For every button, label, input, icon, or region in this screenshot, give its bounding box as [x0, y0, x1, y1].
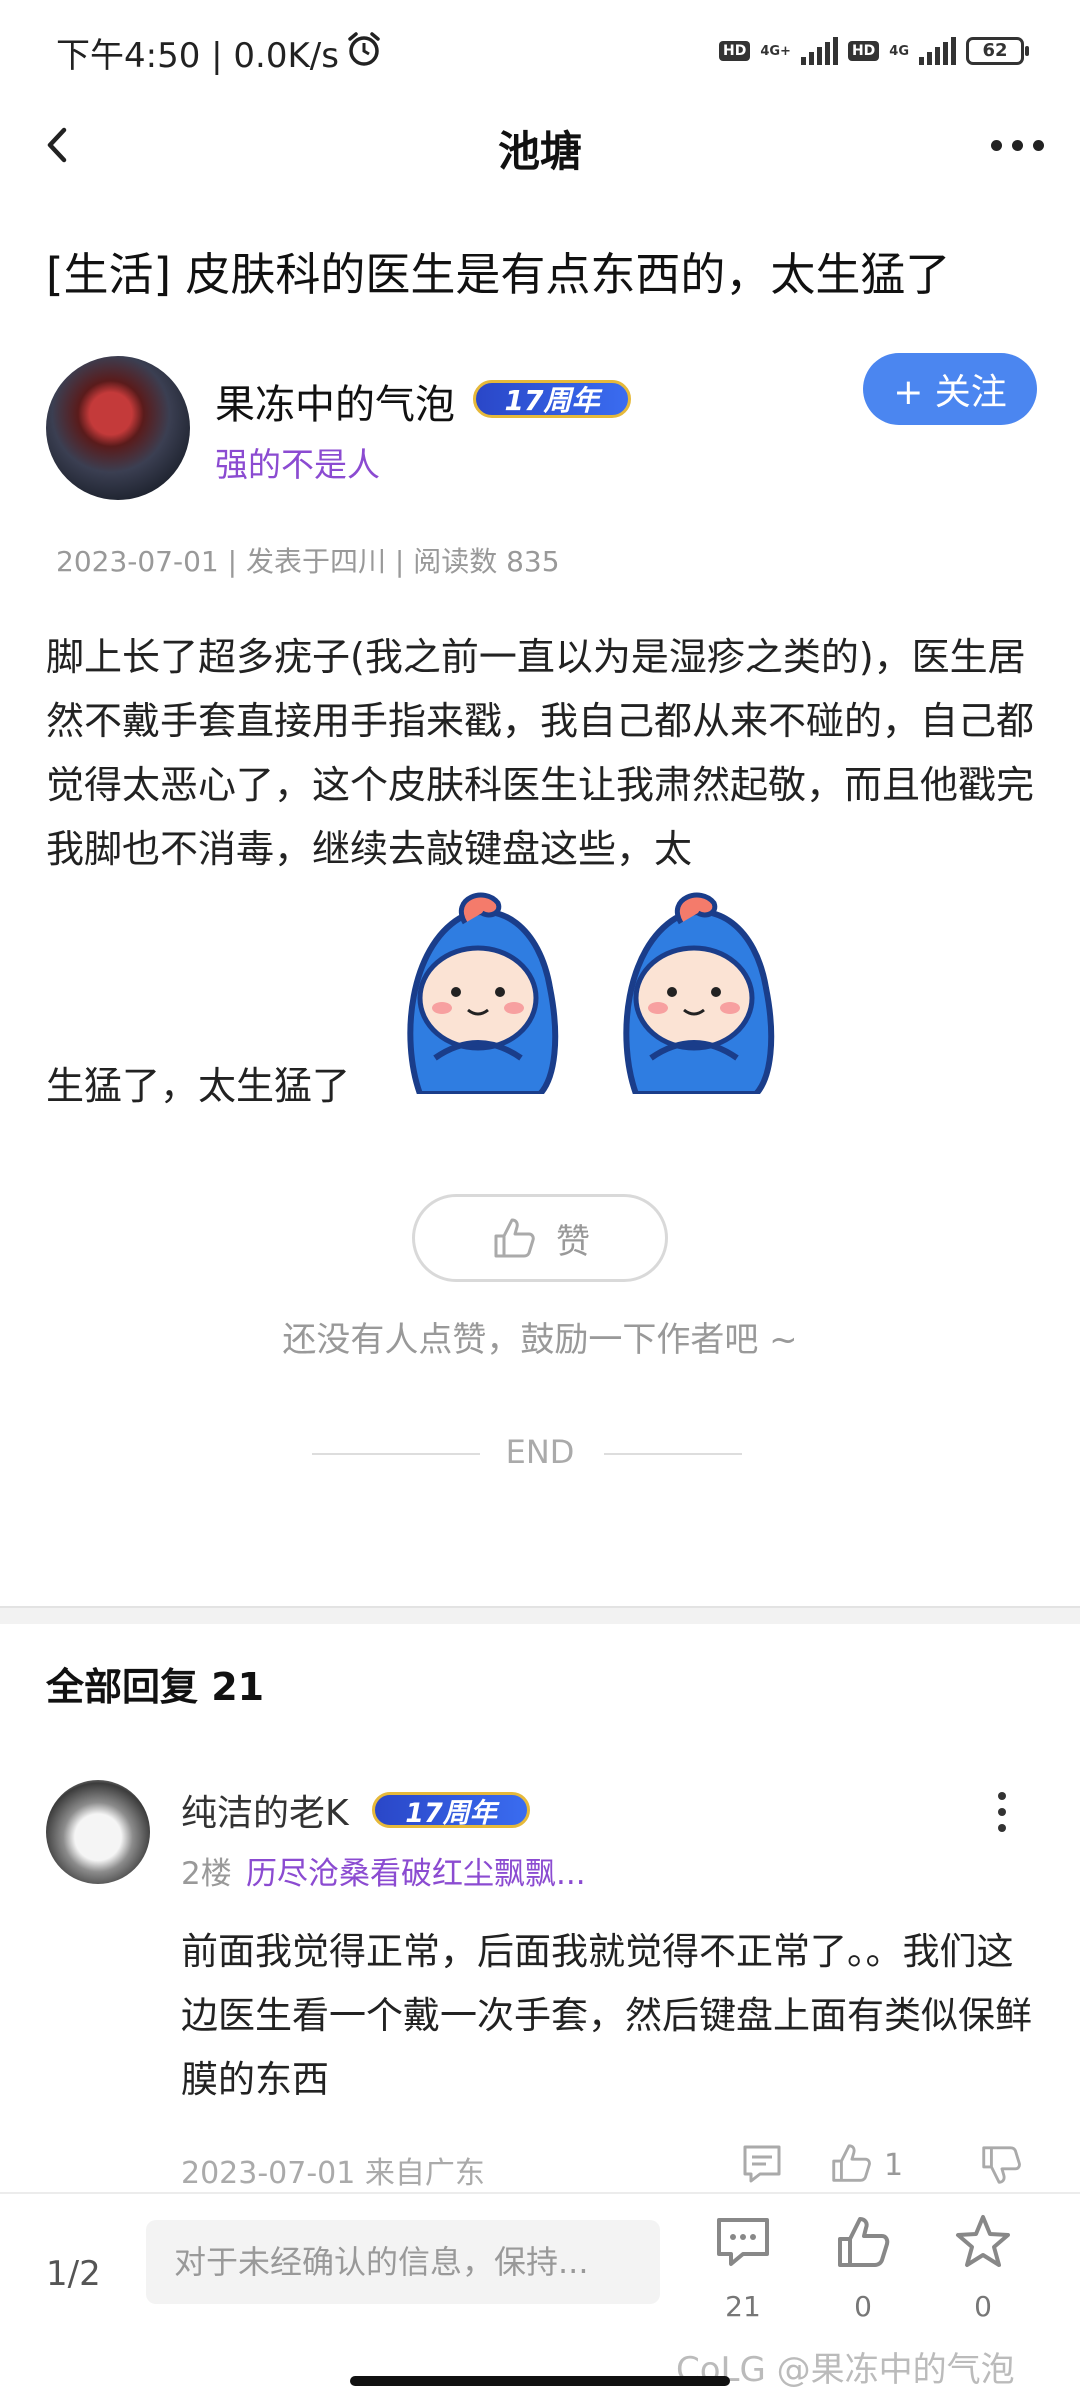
avatar[interactable]	[46, 1780, 150, 1884]
replies-header: 全部回复 21	[46, 1665, 265, 1709]
like-hint: 还没有人点赞，鼓励一下作者吧 ~	[282, 1320, 798, 1360]
post-meta: 2023-07-01 | 发表于四川 | 阅读数 835	[56, 545, 560, 578]
thumbs-up-icon[interactable]	[833, 2212, 893, 2272]
network-type: 4G+	[760, 43, 791, 59]
follow-button[interactable]: + 关注	[863, 353, 1037, 425]
signal-icon	[919, 37, 956, 65]
comment-icon[interactable]	[740, 2142, 784, 2186]
like-count: 0	[854, 2290, 872, 2323]
thumbs-down-icon[interactable]	[978, 2142, 1024, 2188]
hd-indicator: HD	[847, 41, 880, 61]
sticker-emoji	[623, 892, 775, 1094]
comment-text: 前面我觉得正常，后面我就觉得不正常了。。我们这边医生看一个戴一次手套，然后键盘上…	[181, 1930, 1032, 2101]
status-time-speed: 下午4:50 | 0.0K/s	[56, 36, 339, 76]
battery-icon: 62	[966, 37, 1029, 65]
home-indicator	[350, 2376, 730, 2386]
thumbs-up-icon	[494, 1218, 535, 1258]
comment-count: 21	[725, 2290, 761, 2323]
more-options-icon[interactable]	[982, 130, 1052, 160]
like-button[interactable]: 赞	[412, 1194, 668, 1282]
network-type: 4G	[889, 43, 909, 59]
status-indicators: HD 4G+ HD 4G 62	[718, 33, 1029, 69]
alarm-clock-icon	[348, 32, 380, 66]
thumbs-up-icon[interactable]	[828, 2140, 874, 2186]
star-icon[interactable]	[953, 2212, 1013, 2272]
author-signature: 强的不是人	[215, 445, 380, 484]
anniversary-badge: 17周年	[372, 1792, 530, 1829]
hd-indicator: HD	[718, 41, 751, 61]
author-avatar[interactable]	[46, 356, 190, 500]
nav-bar: 池塘	[0, 100, 1080, 190]
comment-like-count: 1	[884, 2148, 904, 2183]
sticker-emoji	[407, 892, 559, 1094]
section-divider	[0, 1606, 1080, 1624]
page-indicator[interactable]: 1/2	[46, 2254, 101, 2294]
comment-more-icon[interactable]	[990, 1792, 1014, 1842]
status-bar: 下午4:50 | 0.0K/s HD 4G+ HD 4G 62	[0, 0, 1080, 100]
divider-line	[604, 1453, 742, 1455]
star-count: 0	[974, 2290, 992, 2323]
post-body: 脚上长了超多疣子(我之前一直以为是湿疹之类的)，医生居然不戴手套直接用手指来戳，…	[46, 635, 1035, 871]
reply-input[interactable]: 对于未经确认的信息，保持...	[146, 2220, 660, 2304]
signal-icon	[800, 37, 838, 65]
post-title: [生活] 皮肤科的医生是有点东西的，太生猛了	[46, 248, 951, 301]
post-body-end: 生猛了，太生猛了	[46, 1064, 351, 1108]
comment-icon[interactable]	[713, 2212, 773, 2272]
page-title: 池塘	[497, 127, 582, 176]
comment-meta: 2023-07-01 来自广东	[181, 2156, 485, 2191]
comment-floor: 2楼	[181, 1856, 232, 1892]
comment-author-name[interactable]: 纯洁的老K	[181, 1784, 349, 1836]
anniversary-badge: 17周年	[473, 380, 631, 418]
comment-author-signature: 历尽沧桑看破红尘飘飘...	[246, 1856, 586, 1892]
bottom-bar: 1/2 对于未经确认的信息，保持... 21 0 0 CoLG @果冻中的气泡	[0, 2192, 1080, 2400]
like-label: 赞	[556, 1221, 590, 1262]
end-marker: END	[505, 1433, 575, 1471]
author-name[interactable]: 果冻中的气泡	[215, 372, 455, 430]
